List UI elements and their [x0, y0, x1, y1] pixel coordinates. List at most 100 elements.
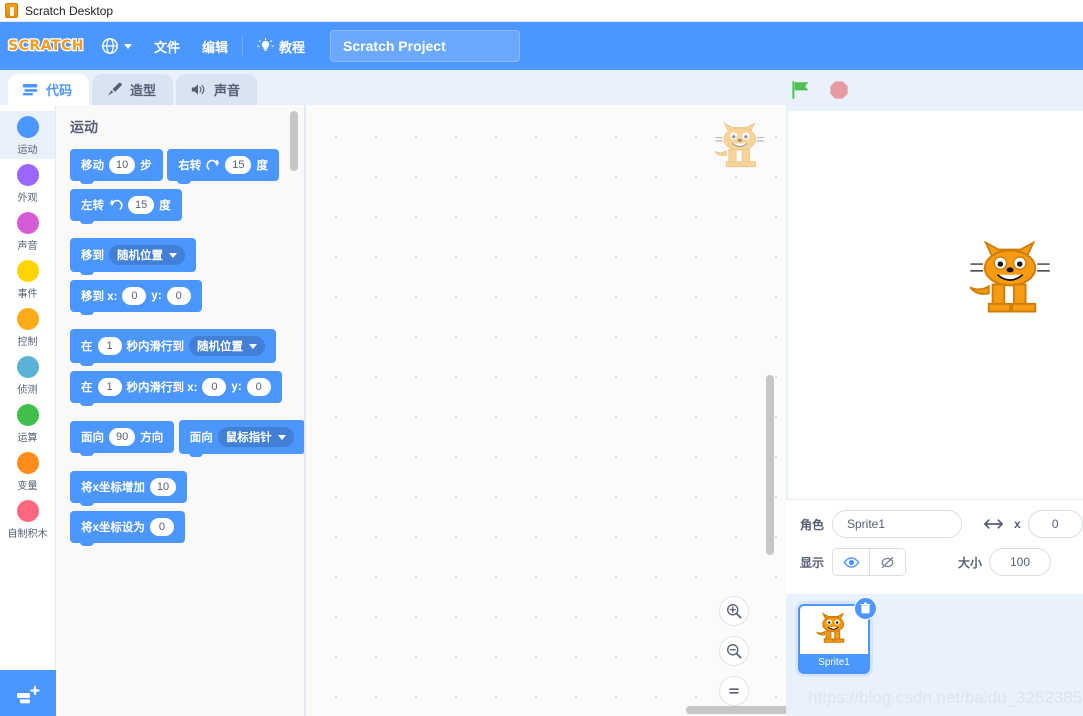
chevron-down-icon — [277, 434, 286, 440]
block-dropdown-target[interactable]: 随机位置 — [109, 245, 185, 265]
add-extension-button[interactable] — [0, 670, 56, 716]
block-turn-left-degrees[interactable]: 左转 15 度 — [70, 189, 182, 224]
code-blocks-icon — [22, 83, 38, 96]
stage[interactable] — [788, 111, 1083, 499]
block-text: 右转 — [178, 160, 202, 172]
block-point-in-direction[interactable]: 面向 90 方向 — [70, 421, 175, 456]
category-events[interactable]: 事件 — [0, 255, 55, 303]
category-color-dot — [16, 356, 39, 378]
speaker-icon — [191, 84, 205, 95]
sprite-show-button[interactable] — [833, 549, 869, 575]
block-point-towards[interactable]: 面向 鼠标指针 — [178, 420, 305, 457]
block-change-x-by[interactable]: 将x坐标增加 10 — [70, 471, 188, 506]
sprite-x-input[interactable]: 0 — [1027, 510, 1083, 538]
sprite-x-label: x — [1014, 517, 1021, 531]
tab-sounds[interactable]: 声音 — [176, 74, 258, 105]
category-looks[interactable]: 外观 — [0, 159, 55, 207]
category-label: 变量 — [17, 481, 38, 492]
block-dropdown-towards[interactable]: 鼠标指针 — [217, 427, 294, 447]
block-input-dx[interactable]: 10 — [149, 478, 177, 496]
sprite-card-sprite1[interactable]: Sprite1 — [798, 597, 877, 674]
menu-item-tutorials[interactable]: 教程 — [246, 31, 316, 61]
category-label: 自制积木 — [7, 529, 48, 540]
stage-and-sprite-panel: 角色 Sprite1 x 0 显示 大小 100 Sprite1 https:/… — [786, 105, 1083, 716]
sprite-show-label: 显示 — [800, 555, 825, 570]
category-control[interactable]: 控制 — [0, 303, 55, 351]
category-operators[interactable]: 运算 — [0, 399, 55, 447]
stop-sign-icon[interactable] — [828, 79, 850, 101]
sprite-size-input[interactable]: 100 — [989, 548, 1052, 576]
block-turn-right-degrees[interactable]: 右转 15 度 — [167, 149, 279, 184]
category-sound[interactable]: 声音 — [0, 207, 55, 255]
editor-tab-bar: 代码 造型 声音 — [0, 70, 1083, 105]
block-input-secs[interactable]: 1 — [97, 337, 122, 355]
block-input-degrees[interactable]: 15 — [225, 156, 252, 174]
category-sensing[interactable]: 侦测 — [0, 351, 55, 399]
block-text: 方向 — [140, 432, 164, 444]
block-text: 在 — [81, 382, 93, 394]
sprite-list: Sprite1 https://blog.csdn.net/baidu_3252… — [786, 594, 1083, 716]
block-text: 面向 — [81, 432, 104, 444]
category-motion[interactable]: 运动 — [0, 111, 55, 159]
sprite-visibility-toggle — [832, 548, 906, 576]
block-glide-secs-to-xy[interactable]: 在 1 秒内滑行到 x: 0 y: 0 — [70, 371, 282, 406]
code-workspace[interactable] — [306, 105, 786, 716]
block-glide-secs-to-target[interactable]: 在 1 秒内滑行到 随机位置 — [70, 329, 276, 366]
palette-edge — [304, 105, 305, 716]
category-color-dot — [16, 500, 39, 522]
scratch-logo[interactable]: SCRATCH — [7, 33, 85, 59]
category-label: 声音 — [17, 241, 38, 252]
workspace-vertical-scrollbar[interactable] — [766, 375, 774, 555]
block-input-y[interactable]: 0 — [246, 378, 271, 396]
category-my-blocks[interactable]: 自制积木 — [0, 495, 55, 543]
block-goto-target[interactable]: 移到 随机位置 — [70, 238, 196, 275]
sprite-hide-button[interactable] — [869, 549, 905, 575]
editor-body: 运动 外观 声音 事件 控制 侦测 运算 变量 自制积木 运动 移动 10 步 … — [0, 105, 1083, 716]
dropdown-value: 随机位置 — [197, 341, 243, 353]
block-input-secs[interactable]: 1 — [97, 378, 122, 396]
category-label: 控制 — [17, 337, 38, 348]
menu-bar: SCRATCH 文件 编辑 教程 Scratch Project — [0, 22, 1083, 70]
block-goto-xy[interactable]: 移到 x: 0 y: 0 — [70, 280, 202, 315]
category-variables[interactable]: 变量 — [0, 447, 55, 495]
tab-code[interactable]: 代码 — [8, 74, 90, 105]
language-menu[interactable] — [90, 31, 143, 61]
block-palette[interactable]: 运动 移动 10 步 右转 15 度 左转 15 度 移到 随机位置 移到 x:… — [56, 105, 306, 716]
sprite-info-panel: 角色 Sprite1 x 0 显示 大小 100 — [786, 499, 1083, 594]
project-title-input[interactable]: Scratch Project — [330, 30, 521, 62]
sprite-name-input[interactable]: Sprite1 — [832, 510, 962, 538]
block-input-x[interactable]: 0 — [149, 518, 174, 536]
block-input-direction[interactable]: 90 — [109, 428, 136, 446]
block-input-degrees[interactable]: 15 — [128, 196, 155, 214]
block-group-gap — [70, 462, 305, 471]
block-input-x[interactable]: 0 — [122, 287, 147, 305]
palette-scrollbar[interactable] — [290, 111, 298, 171]
menu-item-file[interactable]: 文件 — [143, 31, 191, 61]
block-dropdown-target[interactable]: 随机位置 — [189, 336, 265, 356]
sprite-name-row: 角色 Sprite1 x 0 — [800, 510, 1083, 538]
sprite-card-name: Sprite1 — [818, 657, 850, 668]
block-input-y[interactable]: 0 — [166, 287, 191, 305]
zoom-out-button[interactable] — [719, 636, 749, 666]
tab-costumes[interactable]: 造型 — [92, 74, 174, 105]
workspace-horizontal-scrollbar[interactable] — [686, 706, 786, 714]
block-input-steps[interactable]: 10 — [109, 156, 136, 174]
zoom-in-button[interactable] — [719, 596, 749, 626]
stage-sprite-cat[interactable] — [963, 236, 1061, 328]
menu-divider — [242, 35, 244, 57]
zoom-reset-button[interactable] — [719, 676, 749, 706]
block-text: 度 — [159, 200, 171, 212]
block-input-x[interactable]: 0 — [202, 378, 227, 396]
category-label: 运算 — [17, 433, 38, 444]
block-text: 左转 — [81, 200, 104, 212]
menu-item-edit[interactable]: 编辑 — [191, 31, 239, 61]
paintbrush-icon — [108, 82, 122, 96]
sprite-delete-button[interactable] — [854, 597, 877, 620]
block-text: y: — [231, 381, 242, 393]
green-flag-icon[interactable] — [790, 78, 812, 102]
zoom-in-icon — [727, 604, 742, 619]
block-category-list: 运动 外观 声音 事件 控制 侦测 运算 变量 自制积木 — [0, 105, 56, 716]
block-set-x-to[interactable]: 将x坐标设为 0 — [70, 511, 185, 546]
eye-slash-icon — [881, 556, 894, 568]
block-move-steps[interactable]: 移动 10 步 — [70, 149, 163, 184]
